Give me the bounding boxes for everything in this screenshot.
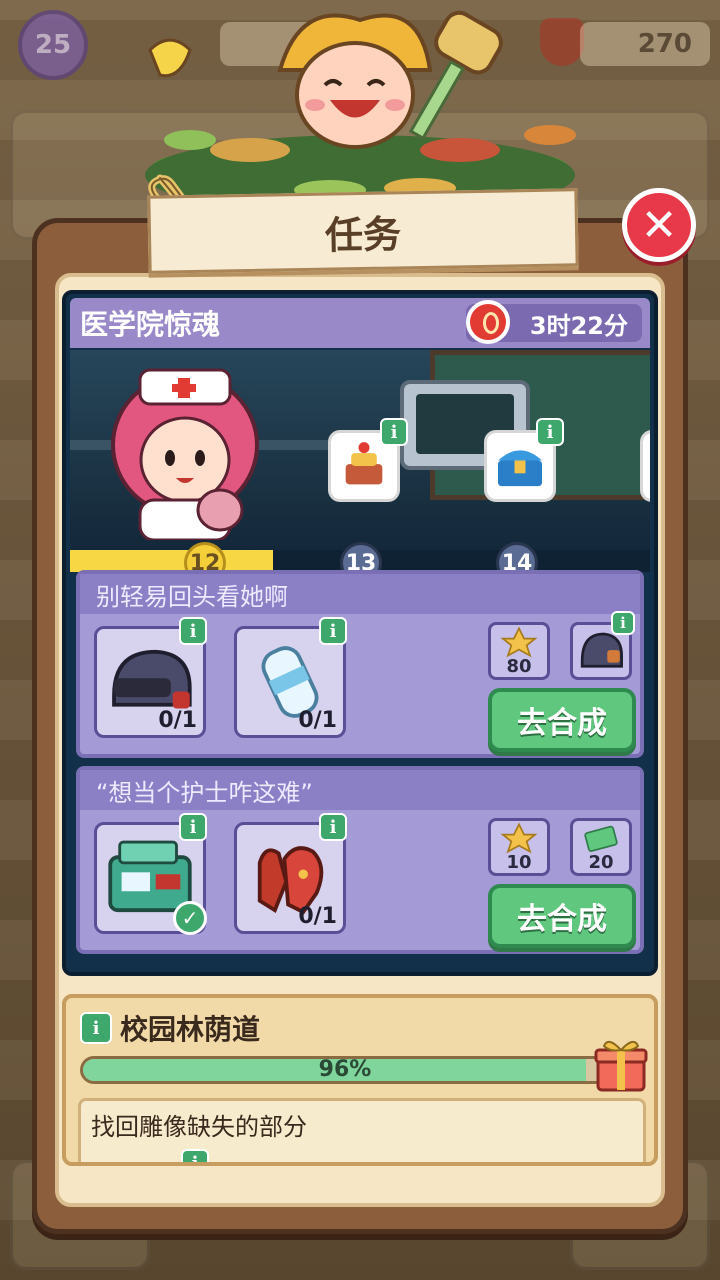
task-card: “想当个护士咋这难” i ✓ i 0/1 10 20 去合成 bbox=[76, 766, 644, 954]
item-count: 0/1 bbox=[298, 708, 337, 733]
chapter-scene: i i bbox=[70, 350, 650, 550]
gift-box-icon[interactable] bbox=[594, 1036, 648, 1094]
info-icon[interactable]: i bbox=[179, 617, 207, 645]
milestone-reward-13[interactable]: i bbox=[328, 418, 408, 510]
info-icon[interactable]: i bbox=[80, 1012, 112, 1044]
star-coin-icon bbox=[500, 822, 538, 854]
subtask-card: 找回雕像缺失的部分 i bbox=[78, 1098, 646, 1162]
info-icon[interactable]: i bbox=[319, 617, 347, 645]
close-icon: ✕ bbox=[640, 199, 678, 251]
required-item-slot[interactable]: i 0/1 bbox=[234, 813, 347, 934]
chapter-title: 医学院惊魂 bbox=[80, 308, 221, 341]
task-title: “想当个护士咋这难” bbox=[80, 770, 640, 810]
required-item-slot[interactable]: i 0/1 bbox=[94, 617, 207, 738]
go-merge-button[interactable]: 去合成 bbox=[488, 884, 636, 948]
info-icon[interactable]: i bbox=[179, 813, 207, 841]
info-icon[interactable]: i bbox=[536, 418, 564, 446]
reward-amount: 10 bbox=[506, 852, 532, 873]
star-coin-icon bbox=[500, 626, 538, 658]
milestone-reward-15[interactable] bbox=[640, 430, 650, 510]
item-count: 0/1 bbox=[158, 708, 197, 733]
chapter-timer: 3时22分 bbox=[466, 300, 642, 344]
timer-text: 3时22分 bbox=[529, 311, 628, 340]
task-title: 别轻易回头看她啊 bbox=[80, 574, 640, 614]
reward-amount: 20 bbox=[588, 852, 614, 873]
chapter-progress-bar: 96% bbox=[80, 1056, 610, 1084]
reward-cash: 20 bbox=[570, 818, 632, 876]
item-count: 0/1 bbox=[298, 904, 337, 929]
reward-card bbox=[640, 430, 650, 502]
cash-icon bbox=[584, 825, 618, 852]
chapter-card-2: i 校园林荫道 96% 找回雕像缺失的部分 i bbox=[62, 994, 658, 1166]
info-icon[interactable]: i bbox=[319, 813, 347, 841]
close-button[interactable]: ✕ bbox=[622, 188, 696, 262]
chapter-title: 校园林荫道 bbox=[120, 1013, 261, 1046]
required-item-slot[interactable]: i ✓ bbox=[94, 813, 207, 935]
info-icon[interactable]: i bbox=[380, 418, 408, 446]
info-icon[interactable]: i bbox=[611, 611, 635, 635]
chapter-header: 医学院惊魂 3时22分 bbox=[70, 298, 650, 348]
nurse-character bbox=[111, 368, 259, 540]
player-level-badge: 25 bbox=[18, 10, 88, 80]
currency-counter: 270 bbox=[580, 22, 710, 66]
go-merge-button[interactable]: 去合成 bbox=[488, 688, 636, 752]
reward-amount: 80 bbox=[506, 656, 532, 677]
required-item-slot[interactable]: i 0/1 bbox=[234, 617, 347, 738]
chapter-card: 医学院惊魂 3时22分 i i 12 13 14 别轻易回头看她啊 i 0/1 … bbox=[62, 290, 658, 976]
reward-star-coin: 10 bbox=[488, 818, 550, 876]
milestone-reward-14[interactable]: i bbox=[484, 418, 564, 510]
chapter-progress-fill bbox=[70, 550, 273, 572]
completed-check-icon: ✓ bbox=[173, 901, 207, 935]
task-card: 别轻易回头看她啊 i 0/1 i 0/1 80 i 去合成 bbox=[76, 570, 644, 758]
timer-icon bbox=[466, 300, 510, 344]
reward-item: i bbox=[570, 611, 635, 680]
dialog-title: 任务 bbox=[147, 188, 579, 274]
subtask-title: 找回雕像缺失的部分 bbox=[91, 1113, 307, 1141]
info-icon[interactable]: i bbox=[181, 1149, 209, 1162]
reward-star-coin: 80 bbox=[488, 622, 550, 680]
chapter-progress-label: 96% bbox=[318, 1057, 372, 1082]
